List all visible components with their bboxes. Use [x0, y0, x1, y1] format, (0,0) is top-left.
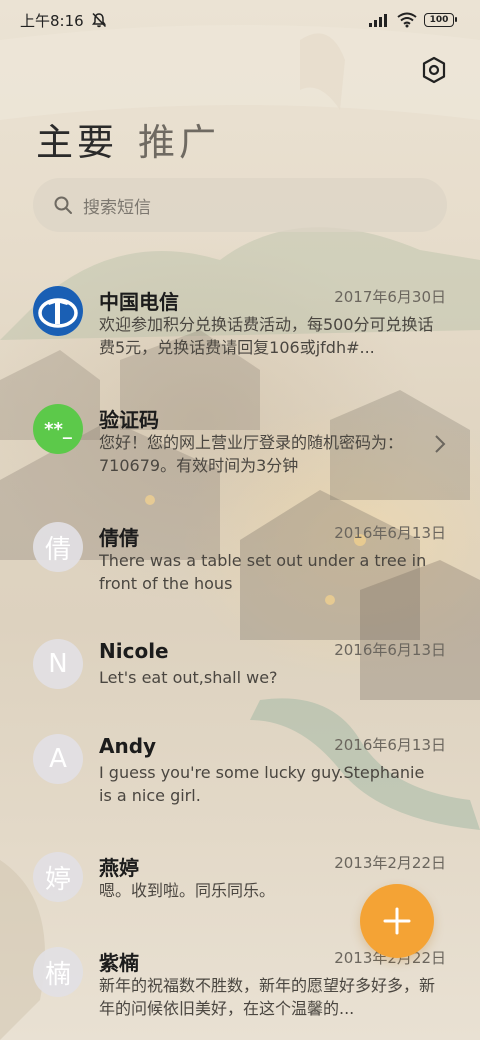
signal-icon	[369, 14, 387, 27]
wifi-icon	[397, 12, 417, 28]
tab-main[interactable]: 主要	[36, 112, 118, 166]
avatar-initial: A	[49, 744, 67, 774]
conversation-sender: 验证码	[99, 408, 159, 432]
status-time: 上午8:16	[20, 11, 84, 30]
conversation-preview: There was a table set out under a tree i…	[99, 551, 427, 593]
conversation-preview: 欢迎参加积分兑换话费活动，每500分可兑换话费5元，兑换话费请回复106或jfd…	[99, 315, 434, 357]
conversation-item[interactable]: 倩 倩倩 2016年6月13日 There was a table set ou…	[0, 520, 480, 608]
avatar: N	[33, 639, 83, 689]
mute-icon	[91, 12, 106, 28]
conversation-sender: 倩倩	[99, 526, 139, 550]
conversation-item-verification-code[interactable]: **_ 验证码 您好！您的网上营业厅登录的随机密码为：710679。有效时间为3…	[0, 402, 480, 490]
conversation-sender: Andy	[99, 734, 157, 758]
conversation-date: 2017年6月30日	[334, 288, 446, 306]
verification-code-icon: **_	[33, 404, 83, 454]
conversation-date: 2016年6月13日	[334, 641, 446, 659]
conversation-item-china-telecom[interactable]: 中国电信 2017年6月30日 欢迎参加积分兑换话费活动，每500分可兑换话费5…	[0, 284, 480, 372]
settings-hexagon-icon	[422, 56, 446, 84]
avatar-initial: 倩	[44, 534, 71, 565]
avatar-initial: 楠	[44, 959, 71, 990]
avatar: A	[33, 734, 83, 784]
conversation-date: 2016年6月13日	[334, 524, 446, 542]
plus-icon	[383, 907, 411, 935]
message-category-tabs: 主要 推广	[36, 112, 220, 166]
avatar: 倩	[33, 522, 83, 572]
tab-promotions[interactable]: 推广	[138, 112, 220, 166]
avatar	[33, 286, 83, 336]
battery-level: 100	[429, 15, 449, 25]
avatar-initial: 婷	[44, 864, 71, 895]
conversation-date: 2016年6月13日	[334, 736, 446, 754]
avatar: 楠	[33, 947, 83, 997]
conversation-sender: 燕婷	[99, 856, 139, 880]
conversation-preview: Let's eat out,shall we?	[99, 668, 278, 687]
conversation-preview: 您好！您的网上营业厅登录的随机密码为：710679。有效时间为3分钟	[99, 433, 404, 475]
conversation-sender: 中国电信	[99, 290, 179, 314]
search-placeholder: 搜索短信	[83, 197, 151, 218]
conversation-item[interactable]: A Andy 2016年6月13日 I guess you're some lu…	[0, 732, 480, 820]
avatar-initial: N	[48, 649, 68, 679]
conversation-sender: 紫楠	[99, 951, 139, 975]
avatar: 婷	[33, 852, 83, 902]
avatar-text: **_	[44, 418, 72, 440]
conversation-date: 2013年2月22日	[334, 854, 446, 872]
search-icon	[54, 196, 72, 214]
conversation-item[interactable]: N Nicole 2016年6月13日 Let's eat out,shall …	[0, 637, 480, 697]
search-bar[interactable]: 搜索短信	[33, 178, 447, 232]
settings-button[interactable]	[416, 52, 452, 88]
conversation-preview: 新年的祝福数不胜数，新年的愿望好多好多，新年的问候依旧美好，在这个温馨的...	[99, 976, 436, 1018]
conversation-preview: I guess you're some lucky guy.Stephanie …	[99, 763, 425, 805]
battery-icon: 100	[424, 13, 457, 27]
conversation-sender: Nicole	[99, 639, 169, 663]
new-message-button[interactable]	[360, 884, 434, 958]
chevron-right-icon	[435, 435, 446, 453]
china-telecom-logo-icon	[33, 286, 83, 336]
status-bar: 上午8:16 100	[0, 0, 480, 40]
conversation-item[interactable]: 楠 紫楠 2013年2月22日 新年的祝福数不胜数，新年的愿望好多好多，新年的问…	[0, 945, 480, 1033]
